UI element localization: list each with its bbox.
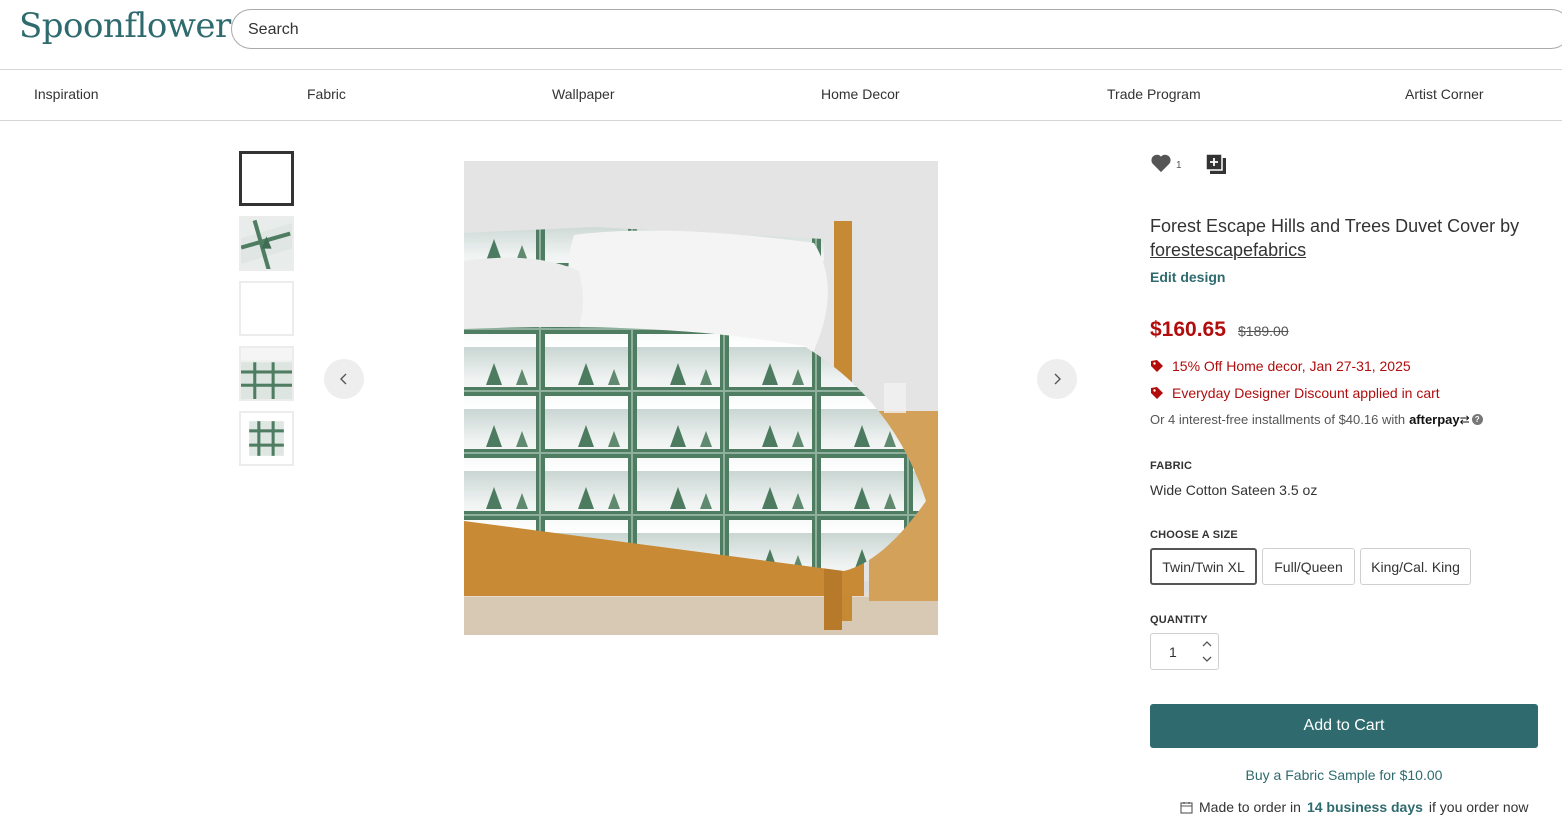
buy-sample-link[interactable]: Buy a Fabric Sample for $10.00 [1150,767,1538,783]
edit-design-link[interactable]: Edit design [1150,269,1225,285]
previous-image-button[interactable] [324,359,364,399]
promo-home-decor-text: 15% Off Home decor, Jan 27-31, 2025 [1172,358,1411,374]
product-title: Forest Escape Hills and Trees Duvet Cove… [1150,214,1530,262]
quantity-stepper[interactable]: 1 [1150,633,1219,670]
nav-trade-program[interactable]: Trade Program [1107,86,1201,102]
tag-icon [1151,387,1163,399]
nav-inspiration[interactable]: Inspiration [34,86,99,102]
nav-artist-corner[interactable]: Artist Corner [1405,86,1484,102]
site-header: Spoonflower [0,0,1562,70]
thumbnail-4[interactable] [239,346,294,401]
search-bar[interactable] [231,9,1562,49]
info-icon[interactable]: ? [1471,414,1483,425]
installments-info: Or 4 interest-free installments of $40.1… [1150,412,1483,427]
main-nav: Inspiration Fabric Wallpaper Home Decor … [0,70,1562,121]
chevron-right-icon [1054,373,1061,385]
thumbnail-4-image [241,348,292,399]
chevron-left-icon [340,373,347,385]
thumbnail-5-image [241,413,292,464]
add-to-cart-button[interactable]: Add to Cart [1150,704,1538,748]
favorite-button[interactable]: 1 [1150,153,1182,173]
thumbnail-3[interactable] [239,281,294,336]
calendar-icon [1180,801,1193,814]
add-to-collection-icon[interactable] [1205,153,1227,175]
fabric-value: Wide Cotton Sateen 3.5 oz [1150,482,1318,498]
sale-price: $160.65 [1150,318,1226,341]
size-option-king[interactable]: King/Cal. King [1360,548,1471,585]
thumbnail-2[interactable] [239,216,294,271]
fabric-label: FABRIC [1150,460,1193,472]
quantity-value[interactable]: 1 [1169,644,1177,660]
promo-home-decor: 15% Off Home decor, Jan 27-31, 2025 [1150,358,1411,374]
favorite-count: 1 [1176,160,1182,171]
spoonflower-logo[interactable]: Spoonflower [19,6,231,46]
thumbnail-1[interactable] [239,151,294,206]
nav-fabric[interactable]: Fabric [307,86,346,102]
promo-designer-discount: Everyday Designer Discount applied in ca… [1150,385,1440,401]
afterpay-loop-icon: ⇄ [1459,412,1470,427]
chevron-down-icon[interactable] [1201,653,1213,665]
nav-wallpaper[interactable]: Wallpaper [552,86,615,102]
size-label: CHOOSE A SIZE [1150,529,1238,541]
artist-link[interactable]: forestescapefabrics [1150,240,1306,260]
installments-text: Or 4 interest-free installments of $40.1… [1150,412,1406,427]
chevron-up-icon[interactable] [1201,638,1213,650]
made-to-order-info: Made to order in 14 business days if you… [1180,799,1529,815]
next-image-button[interactable] [1037,359,1077,399]
original-price: $189.00 [1238,323,1289,339]
size-option-twin[interactable]: Twin/Twin XL [1150,548,1257,585]
search-input[interactable] [248,19,1448,41]
made-prefix: Made to order in [1199,799,1301,815]
duvet-bed-illustration [464,161,938,635]
quantity-label: QUANTITY [1150,614,1208,626]
made-suffix: if you order now [1428,799,1529,815]
size-option-full-queen[interactable]: Full/Queen [1262,548,1355,585]
made-days: 14 business days [1306,799,1423,815]
nav-home-decor[interactable]: Home Decor [821,86,900,102]
product-title-text: Forest Escape Hills and Trees Duvet Cove… [1150,216,1520,236]
tag-icon [1151,360,1163,372]
heart-icon [1151,154,1171,173]
promo-designer-discount-text: Everyday Designer Discount applied in ca… [1172,385,1440,401]
thumbnail-5[interactable] [239,411,294,466]
product-main-image[interactable] [464,161,938,635]
afterpay-logo: afterpay [1409,412,1460,427]
thumbnail-2-image [241,218,292,269]
